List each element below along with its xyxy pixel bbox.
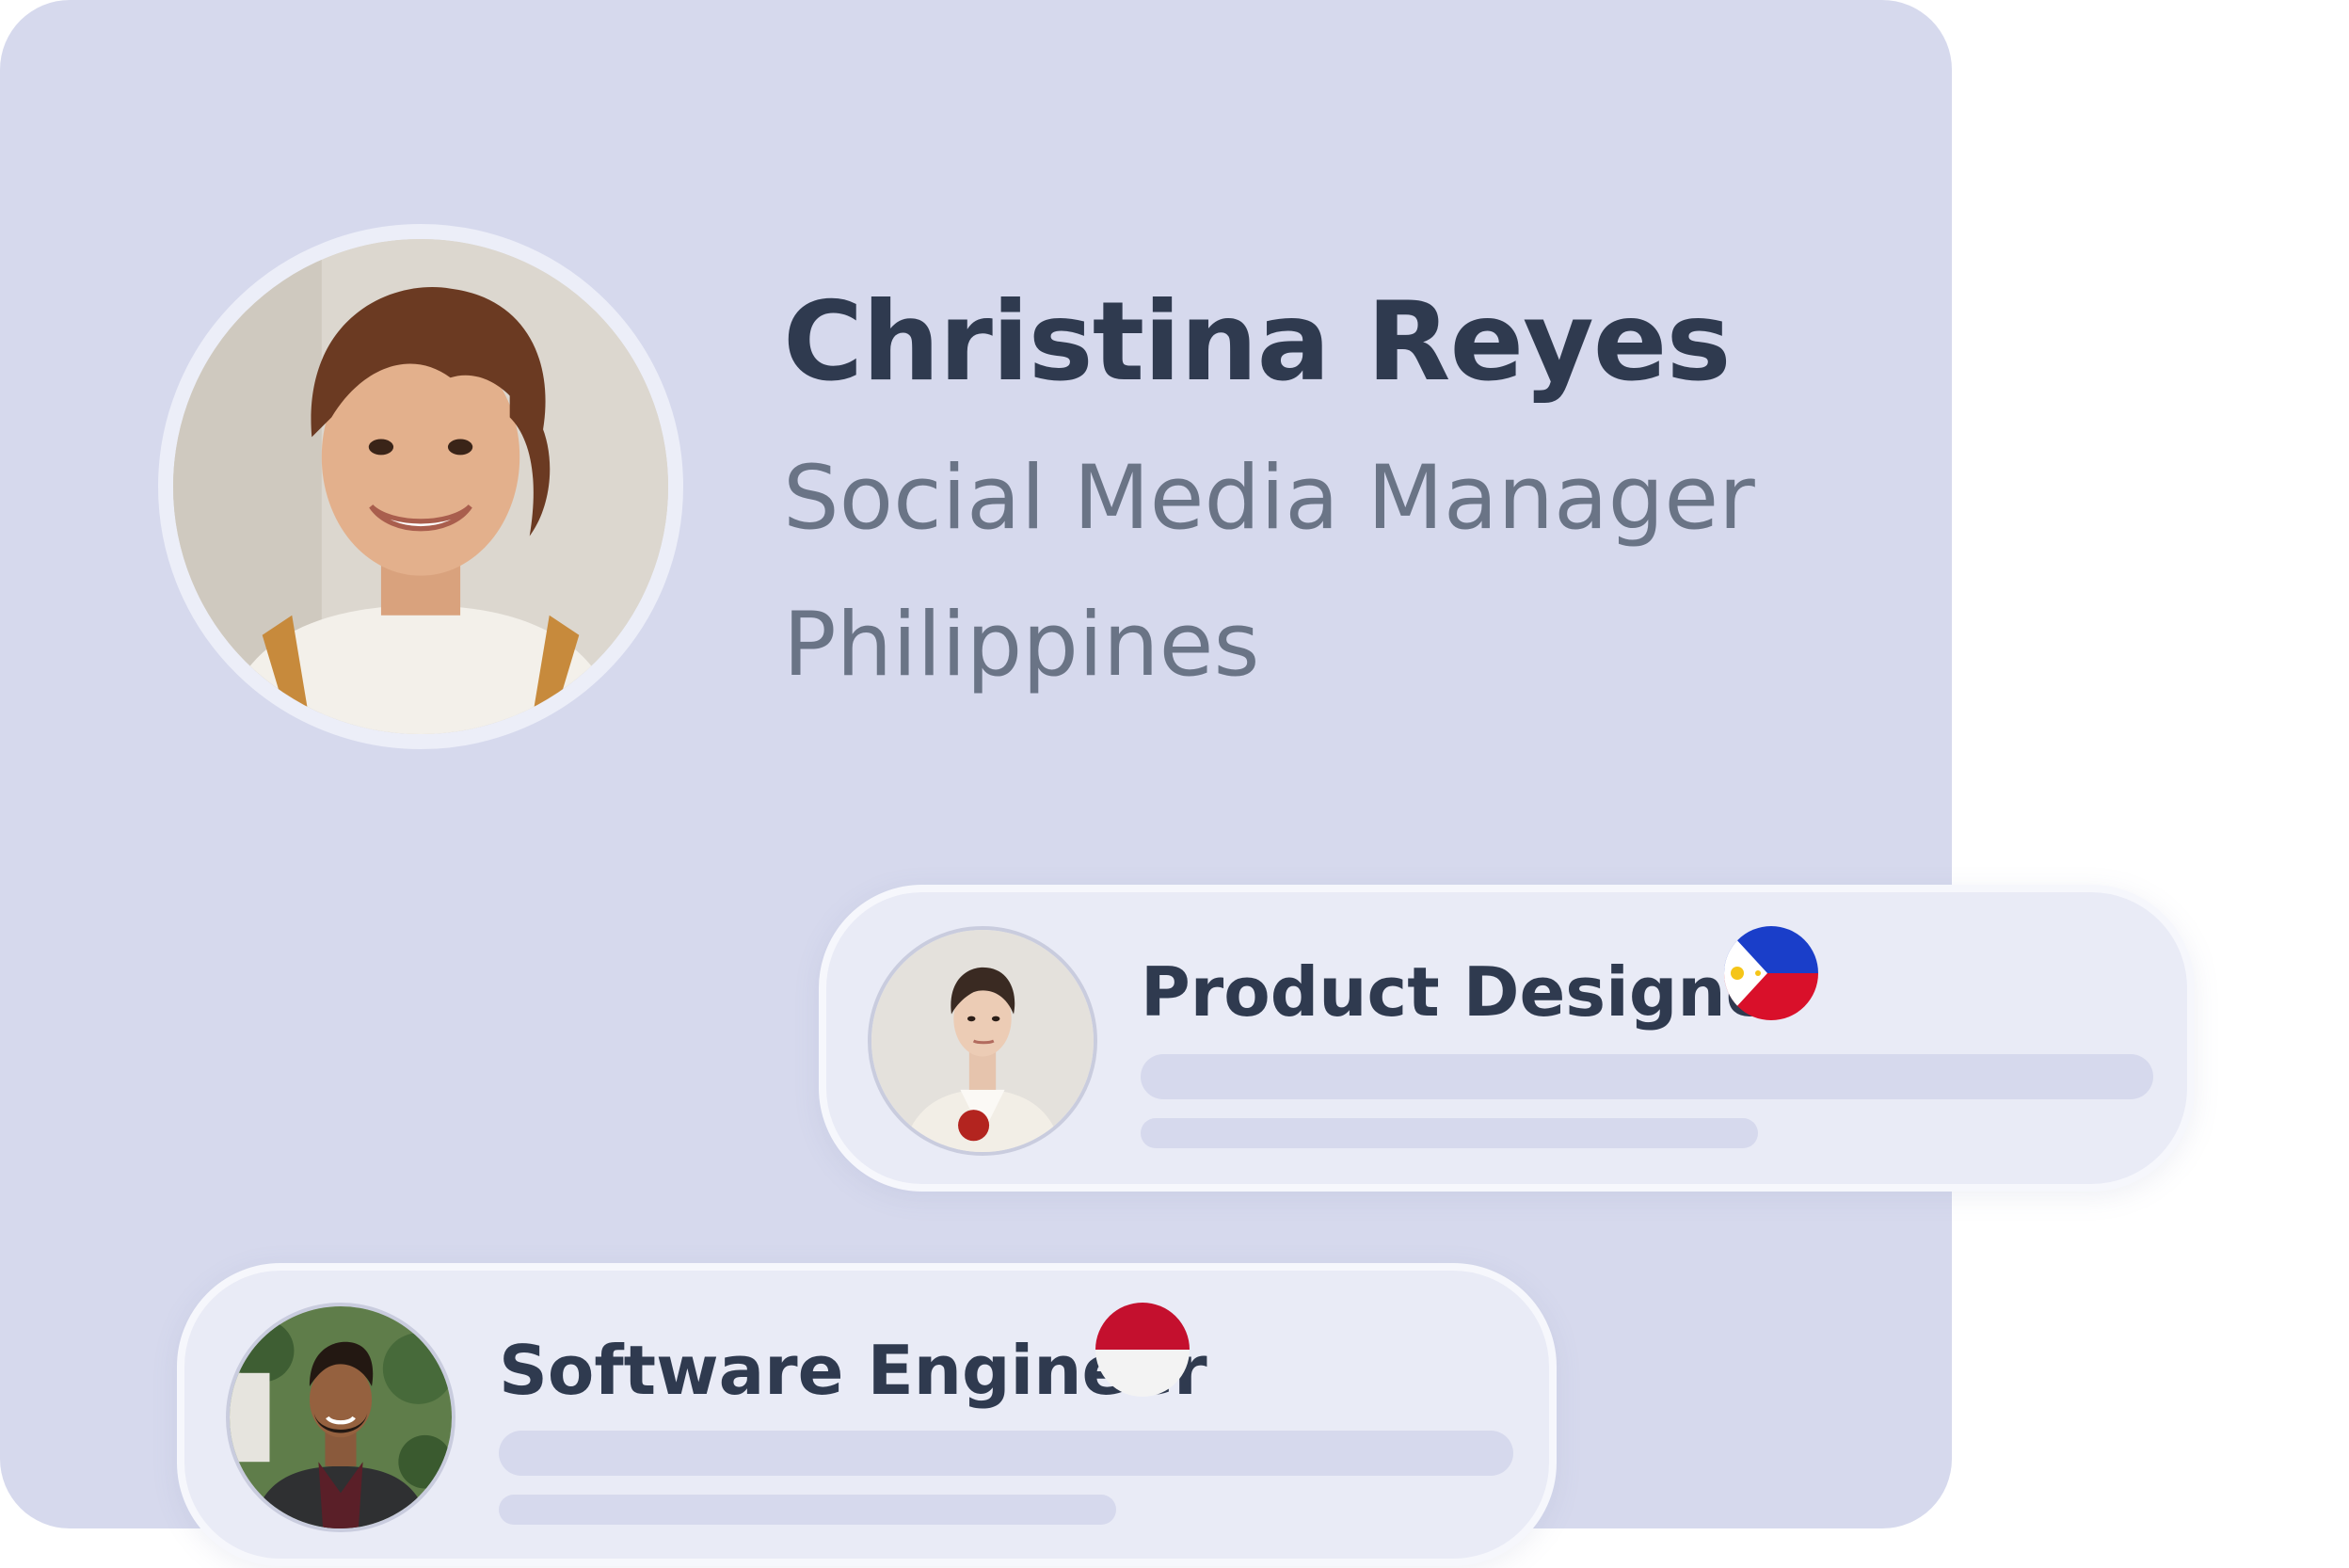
placeholder-bar-long: [1141, 1054, 2153, 1099]
avatar-photo-icon: [173, 239, 668, 734]
avatar-photo-icon: [230, 1306, 452, 1528]
stage: Christina Reyes Social Media Manager Phi…: [0, 0, 2349, 1568]
software-engineer-avatar: [226, 1303, 455, 1532]
product-designer-card[interactable]: Product Designer: [819, 885, 2195, 1192]
placeholder-bar-long: [499, 1431, 1513, 1476]
placeholder-bar-short: [1141, 1118, 1758, 1148]
philippines-flag-icon: [1724, 926, 1818, 1020]
profile-name: Christina Reyes: [783, 279, 1732, 406]
product-designer-avatar: [868, 926, 1097, 1156]
profile-avatar: [158, 224, 683, 749]
profile-location: Philippines: [783, 594, 1260, 696]
product-designer-title: Product Designer: [1141, 952, 1805, 1032]
software-engineer-card[interactable]: Software Engineer: [177, 1263, 1557, 1566]
placeholder-bar-short: [499, 1495, 1116, 1525]
indonesia-flag-icon: [1095, 1303, 1190, 1397]
avatar-photo-icon: [871, 930, 1094, 1152]
profile-role: Social Media Manager: [783, 447, 1755, 550]
